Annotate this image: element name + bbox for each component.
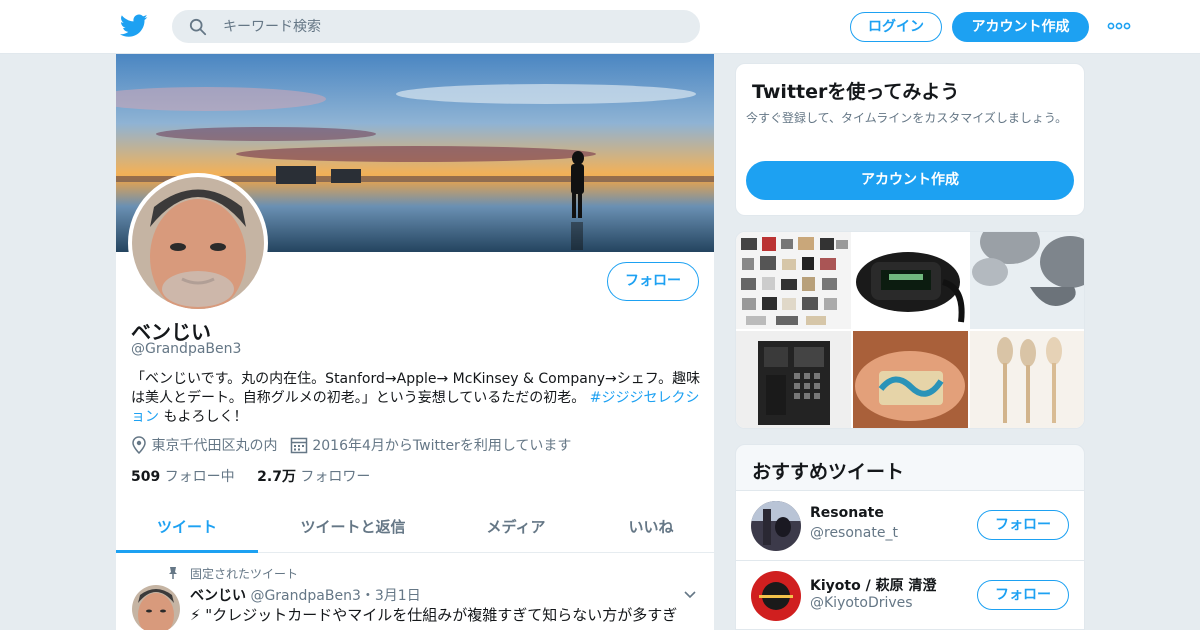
- media-thumbnail[interactable]: [736, 331, 851, 428]
- profile-handle[interactable]: @GrandpaBen3: [131, 341, 241, 357]
- recommended-tweets-card: おすすめツイート Resonate @resonate_t フォロー Kiyot…: [735, 444, 1085, 630]
- tweet-date[interactable]: ・3月1日: [361, 588, 421, 604]
- search-icon: [189, 18, 207, 36]
- calendar-icon: [290, 437, 308, 454]
- followers-count: 2.7万: [257, 469, 296, 485]
- recommended-follow-button[interactable]: フォロー: [977, 580, 1069, 610]
- profile-avatar[interactable]: [128, 173, 268, 313]
- recommended-handle: @KiyotoDrives: [810, 595, 913, 611]
- pinned-label: 固定されたツイート: [190, 567, 299, 581]
- media-thumbnail[interactable]: [853, 232, 968, 329]
- recommended-avatar[interactable]: [751, 571, 801, 621]
- signup-card-button[interactable]: アカウント作成: [746, 161, 1074, 200]
- chevron-down-icon[interactable]: [683, 588, 697, 602]
- signup-card-description: 今すぐ登録して、タイムラインをカスタマイズしましょう。: [746, 111, 1068, 125]
- profile-meta: 東京千代田区丸の内 2016年4月からTwitterを利用しています: [131, 435, 571, 455]
- tweet-avatar[interactable]: [132, 585, 180, 630]
- tab-likes[interactable]: いいね: [596, 505, 706, 553]
- profile-tabs: ツイート ツイートと返信 メディア いいね: [116, 505, 714, 553]
- tweet-author-name: ベンじい: [190, 588, 246, 604]
- search-box[interactable]: [172, 10, 700, 43]
- bio-suffix: もよろしく！: [159, 409, 248, 425]
- recommended-follow-button[interactable]: フォロー: [977, 510, 1069, 540]
- tab-media[interactable]: メディア: [446, 505, 586, 553]
- tab-tweets[interactable]: ツイート: [116, 505, 258, 553]
- tweet-text: ⚡ "クレジットカードやマイルを仕組みが複雑すぎて知らない方が多すぎ: [190, 606, 678, 624]
- recommended-title: おすすめツイート: [752, 461, 905, 483]
- search-input[interactable]: [223, 11, 683, 42]
- followers-stat[interactable]: 2.7万 フォロワー: [257, 469, 370, 485]
- recommended-account[interactable]: Kiyoto / 萩原 清澄 @KiyotoDrives フォロー: [736, 560, 1084, 629]
- tab-tweets-and-replies[interactable]: ツイートと返信: [282, 505, 424, 553]
- following-label: フォロー中: [164, 469, 235, 485]
- pin-icon: [169, 567, 177, 579]
- recommended-name[interactable]: Resonate: [810, 505, 884, 521]
- media-thumbnail[interactable]: [970, 331, 1084, 428]
- top-navigation-bar: ログイン アカウント作成: [0, 0, 1200, 54]
- location-pin-icon: [132, 436, 146, 455]
- recommended-name[interactable]: Kiyoto / 萩原 清澄: [810, 575, 936, 595]
- recommended-avatar[interactable]: [751, 501, 801, 551]
- media-thumbnail[interactable]: [736, 232, 851, 329]
- tweet-author-handle: @GrandpaBen3: [250, 588, 361, 604]
- following-count: 509: [131, 469, 161, 485]
- signup-card-title: Twitterを使ってみよう: [752, 81, 960, 103]
- signup-button[interactable]: アカウント作成: [952, 12, 1089, 42]
- twitter-bird-icon[interactable]: [120, 13, 148, 39]
- followers-label: フォロワー: [300, 469, 371, 485]
- recommended-account[interactable]: Resonate @resonate_t フォロー: [736, 490, 1084, 560]
- profile-location: 東京千代田区丸の内: [151, 438, 278, 454]
- signup-card: Twitterを使ってみよう 今すぐ登録して、タイムラインをカスタマイズしましょ…: [735, 63, 1085, 216]
- more-options-icon[interactable]: [1107, 18, 1131, 34]
- follow-button[interactable]: フォロー: [607, 262, 699, 301]
- profile-column: フォロー ベンじい @GrandpaBen3 「ベンじいです。丸の内在住。Sta…: [116, 54, 714, 630]
- profile-join-date: 2016年4月からTwitterを利用しています: [312, 438, 572, 454]
- recommended-handle: @resonate_t: [810, 525, 898, 541]
- media-grid: [735, 231, 1085, 429]
- login-button[interactable]: ログイン: [850, 12, 942, 42]
- profile-stats: 509 フォロー中 2.7万 フォロワー: [131, 466, 370, 486]
- media-thumbnail[interactable]: [970, 232, 1084, 329]
- media-thumbnail[interactable]: [853, 331, 968, 428]
- tweet-author[interactable]: ベンじい @GrandpaBen3・3月1日: [190, 585, 421, 605]
- following-stat[interactable]: 509 フォロー中: [131, 469, 235, 485]
- profile-bio: 「ベンじいです。丸の内在住。Stanford→Apple→ McKinsey &…: [131, 370, 703, 427]
